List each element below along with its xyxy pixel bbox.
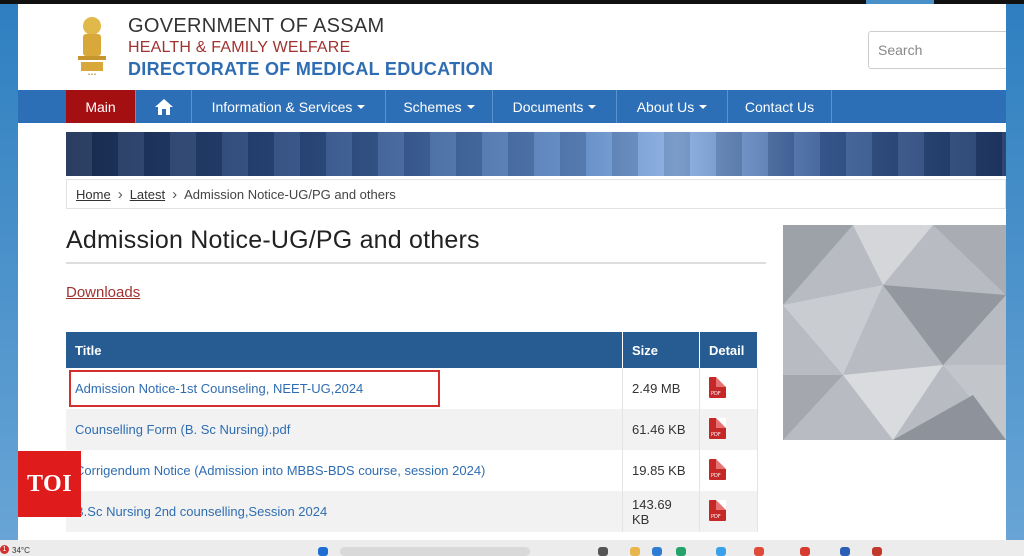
column-header-title: Title [66,332,624,368]
home-icon [154,98,173,115]
nav-home[interactable] [136,90,192,123]
edge-icon[interactable] [652,547,662,556]
nav-main-label: Main [85,98,116,115]
app-icon[interactable] [800,547,810,556]
column-header-size: Size [622,332,700,368]
row-detail-cell [699,409,759,450]
nav-contact-us[interactable]: Contact Us [728,90,832,123]
nav-about-us-label: About Us [636,98,695,115]
downloads-link[interactable]: Downloads [66,284,140,301]
pdf-icon[interactable] [708,458,726,480]
main-navigation: Main Information & Services Schemes Docu… [18,90,1006,123]
table-row: B.Sc Nursing 2nd counselling,Session 202… [66,491,759,532]
pdf-icon[interactable] [708,417,726,439]
chevron-down-icon [466,104,475,109]
column-header-detail: Detail [699,332,759,368]
emblem-icon: ••• [78,17,106,78]
page: ••• GOVERNMENT OF ASSAM HEALTH & FAMILY … [18,4,1006,556]
taskbar-search[interactable] [340,547,530,556]
title-divider [66,262,766,264]
row-title-cell: Corrigendum Notice (Admission into MBBS-… [66,450,624,491]
row-title-cell: B.Sc Nursing 2nd counselling,Session 202… [66,491,624,532]
row-size-cell: 2.49 MB [622,368,700,409]
header-banner [66,132,1006,176]
store-icon[interactable] [716,547,726,556]
table-row: Counselling Form (B. Sc Nursing).pdf 61.… [66,409,759,450]
nav-contact-us-label: Contact Us [744,98,815,115]
row-detail-cell [699,491,759,532]
nav-about-us[interactable]: About Us [617,90,728,123]
row-size-cell: 61.46 KB [622,409,700,450]
breadcrumb-latest[interactable]: Latest [130,187,165,202]
document-link[interactable]: B.Sc Nursing 2nd counselling,Session 202… [75,504,327,519]
decorative-geometric-image [783,225,1006,440]
chrome-icon[interactable] [754,547,764,556]
breadcrumb: Home › Latest › Admission Notice-UG/PG a… [66,179,1006,209]
start-icon[interactable] [318,547,328,556]
pdf-icon[interactable] [708,376,726,398]
chevron-right-icon: › [172,185,178,203]
row-size-cell: 143.69 KB [622,491,700,532]
table-header-row: Title Size Detail [66,332,759,368]
task-view-icon[interactable] [598,547,608,556]
breadcrumb-home[interactable]: Home [76,187,111,202]
folder-icon[interactable] [630,547,640,556]
notification-badge: 1 [0,545,9,554]
document-link[interactable]: Counselling Form (B. Sc Nursing).pdf [75,422,290,437]
right-background-strip [1006,4,1024,556]
page-title: Admission Notice-UG/PG and others [66,226,480,254]
app-icon[interactable] [840,547,850,556]
document-link[interactable]: Corrigendum Notice (Admission into MBBS-… [75,463,485,478]
table-row: Corrigendum Notice (Admission into MBBS-… [66,450,759,491]
row-title-cell: Counselling Form (B. Sc Nursing).pdf [66,409,624,450]
row-detail-cell [699,368,759,409]
nav-schemes[interactable]: Schemes [386,90,493,123]
row-size-cell: 19.85 KB [622,450,700,491]
search-input[interactable] [868,31,1006,69]
breadcrumb-current: Admission Notice-UG/PG and others [184,186,396,202]
chevron-down-icon [357,104,366,109]
app-icon[interactable] [676,547,686,556]
header-government: GOVERNMENT OF ASSAM [128,15,385,37]
chevron-right-icon: › [117,185,123,203]
pdf-icon[interactable] [708,499,726,521]
nav-information-services[interactable]: Information & Services [192,90,386,123]
toi-logo: TOI [18,451,81,517]
header-directorate: DIRECTORATE OF MEDICAL EDUCATION [128,59,494,79]
nav-main[interactable]: Main [66,90,136,123]
chevron-down-icon [699,104,708,109]
row-detail-cell [699,450,759,491]
annotation-highlight-box [69,370,440,407]
nav-documents[interactable]: Documents [493,90,617,123]
nav-information-services-label: Information & Services [211,98,353,115]
chevron-down-icon [588,104,597,109]
weather-readout[interactable]: 34°C [12,546,30,555]
left-background-strip [0,4,18,556]
header-department: HEALTH & FAMILY WELFARE [128,39,351,56]
windows-taskbar: 1 34°C [0,540,1024,556]
nav-documents-label: Documents [512,98,584,115]
svg-text:•••: ••• [88,72,97,78]
app-icon[interactable] [872,547,882,556]
downloads-table: Title Size Detail Admission Notice-1st C… [66,332,759,532]
nav-schemes-label: Schemes [403,98,462,115]
